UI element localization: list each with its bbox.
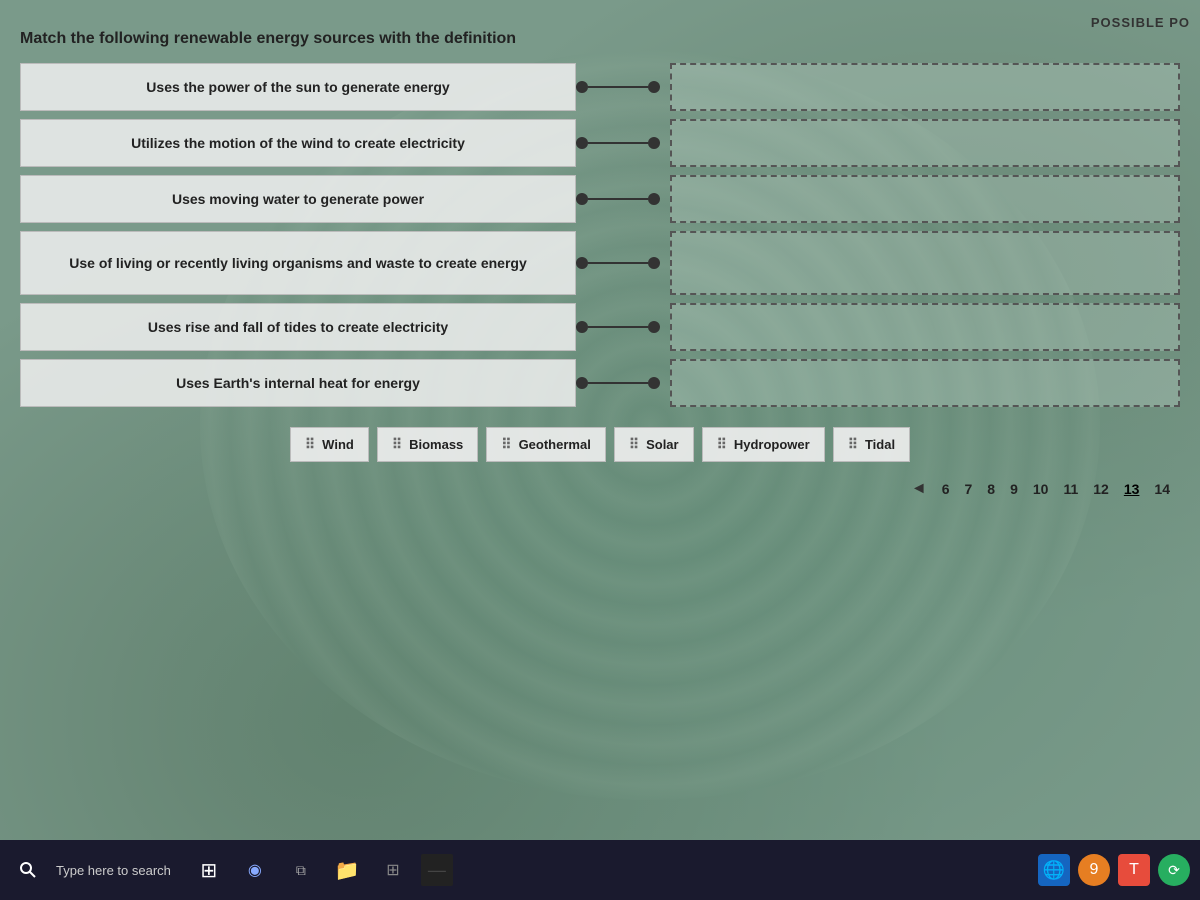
connector-2 [576, 137, 660, 149]
dot-right-3 [648, 193, 660, 205]
connector-line-3 [588, 198, 648, 200]
dot-right-4 [648, 257, 660, 269]
drag-item-wind[interactable]: ⠿ Wind [290, 427, 369, 462]
definition-box-6[interactable]: Uses Earth's internal heat for energy [20, 359, 576, 407]
dot-right-5 [648, 321, 660, 333]
drop-zone-2[interactable] [670, 119, 1180, 167]
connector-line-6 [588, 382, 648, 384]
page-8[interactable]: 8 [987, 481, 995, 497]
definition-row-2: Utilizes the motion of the wind to creat… [20, 119, 660, 167]
dot-left-5 [576, 321, 588, 333]
connector-5 [576, 321, 660, 333]
possible-points-label: POSSIBLE PO [1091, 15, 1190, 30]
drop-zones-area [660, 63, 1180, 407]
taskbar-search-icon[interactable] [10, 852, 46, 888]
taskbar-app4-icon[interactable]: ⟳ [1158, 854, 1190, 886]
drag-handle-solar: ⠿ [629, 436, 640, 453]
connector-line-2 [588, 142, 648, 144]
drag-item-geothermal[interactable]: ⠿ Geothermal [486, 427, 606, 462]
definition-row-1: Uses the power of the sun to generate en… [20, 63, 660, 111]
question-title: Match the following renewable energy sou… [20, 30, 1180, 48]
definition-box-5[interactable]: Uses rise and fall of tides to create el… [20, 303, 576, 351]
page-10[interactable]: 10 [1033, 481, 1049, 497]
page-11[interactable]: 11 [1063, 481, 1078, 497]
connector-1 [576, 81, 660, 93]
drop-zone-5[interactable] [670, 303, 1180, 351]
drag-handle-hydropower: ⠿ [717, 436, 728, 453]
pagination-row: ◄ 6 7 8 9 10 11 12 13 14 [20, 480, 1180, 498]
page-13[interactable]: 13 [1124, 481, 1140, 497]
taskbar-search-text[interactable]: Type here to search [56, 863, 171, 878]
taskbar-app3-icon[interactable]: T [1118, 854, 1150, 886]
main-container: POSSIBLE PO Match the following renewabl… [0, 0, 1200, 840]
drag-handle-wind: ⠿ [305, 436, 316, 453]
page-12[interactable]: 12 [1093, 481, 1109, 497]
taskbar: Type here to search ⊞ ◉ ⧉ 📁 ⊞ — 🌐 9 T ⟳ [0, 840, 1200, 900]
drag-handle-geothermal: ⠿ [501, 436, 512, 453]
page-9[interactable]: 9 [1010, 481, 1018, 497]
connector-6 [576, 377, 660, 389]
connector-3 [576, 193, 660, 205]
dot-right-6 [648, 377, 660, 389]
definition-box-4[interactable]: Use of living or recently living organis… [20, 231, 576, 295]
drag-handle-biomass: ⠿ [392, 436, 403, 453]
dot-left-2 [576, 137, 588, 149]
taskbar-browser-icon[interactable]: 🌐 [1038, 854, 1070, 886]
connector-4 [576, 257, 660, 269]
definition-box-1[interactable]: Uses the power of the sun to generate en… [20, 63, 576, 111]
dot-left-3 [576, 193, 588, 205]
definition-row-6: Uses Earth's internal heat for energy [20, 359, 660, 407]
drop-zone-4[interactable] [670, 231, 1180, 295]
drop-zone-1[interactable] [670, 63, 1180, 111]
taskbar-grid-icon[interactable]: ⊞ [375, 852, 411, 888]
page-prev-arrow[interactable]: ◄ [911, 480, 927, 498]
taskbar-minus-icon[interactable]: — [421, 854, 453, 886]
definition-box-2[interactable]: Utilizes the motion of the wind to creat… [20, 119, 576, 167]
drag-item-hydropower[interactable]: ⠿ Hydropower [702, 427, 825, 462]
dot-right-1 [648, 81, 660, 93]
page-6[interactable]: 6 [942, 481, 950, 497]
taskbar-cortana-icon[interactable]: ◉ [237, 852, 273, 888]
connector-line-1 [588, 86, 648, 88]
drag-handle-tidal: ⠿ [848, 436, 859, 453]
drag-item-tidal[interactable]: ⠿ Tidal [833, 427, 910, 462]
definition-row-4: Use of living or recently living organis… [20, 231, 660, 295]
definition-box-3[interactable]: Uses moving water to generate power [20, 175, 576, 223]
taskbar-file-icon[interactable]: 📁 [329, 852, 365, 888]
taskbar-view-icon[interactable]: ⧉ [283, 852, 319, 888]
dot-right-2 [648, 137, 660, 149]
drag-item-solar[interactable]: ⠿ Solar [614, 427, 694, 462]
dot-left-6 [576, 377, 588, 389]
matching-area: Uses the power of the sun to generate en… [20, 63, 1180, 407]
taskbar-app2-icon[interactable]: 9 [1078, 854, 1110, 886]
drop-zone-3[interactable] [670, 175, 1180, 223]
definition-row-5: Uses rise and fall of tides to create el… [20, 303, 660, 351]
definition-row-3: Uses moving water to generate power [20, 175, 660, 223]
connector-line-4 [588, 262, 648, 264]
taskbar-right-icons: 🌐 9 T ⟳ [1038, 854, 1190, 886]
connector-line-5 [588, 326, 648, 328]
taskbar-windows-icon[interactable]: ⊞ [191, 852, 227, 888]
drag-item-biomass[interactable]: ⠿ Biomass [377, 427, 478, 462]
definitions-column: Uses the power of the sun to generate en… [20, 63, 660, 407]
dot-left-4 [576, 257, 588, 269]
drag-items-row: ⠿ Wind ⠿ Biomass ⠿ Geothermal ⠿ Solar ⠿ … [20, 427, 1180, 462]
dot-left-1 [576, 81, 588, 93]
page-7[interactable]: 7 [964, 481, 972, 497]
drop-zone-6[interactable] [670, 359, 1180, 407]
page-14[interactable]: 14 [1154, 481, 1170, 497]
